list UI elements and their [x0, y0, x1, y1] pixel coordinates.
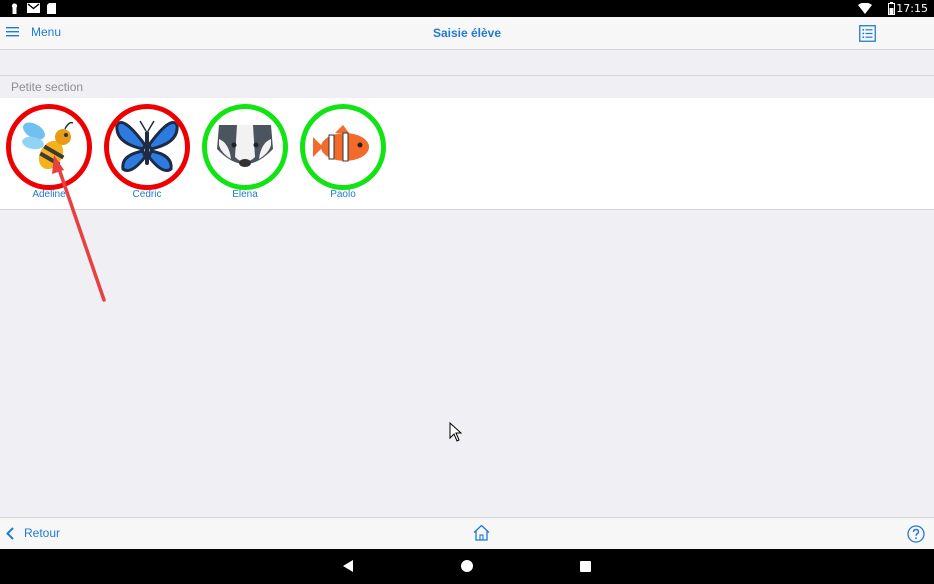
student-cedric[interactable]: Cedric	[102, 104, 192, 204]
gmail-icon	[27, 3, 40, 13]
list-icon	[859, 25, 876, 42]
student-name: Adeline	[32, 189, 66, 200]
clock: 17:15	[896, 2, 928, 15]
status-ring	[6, 104, 92, 190]
student-elena[interactable]: Elena	[200, 104, 290, 204]
status-ring	[300, 104, 386, 190]
home-circle-icon[interactable]	[461, 560, 473, 572]
nav-bar: Menu Saisie élève	[0, 17, 934, 50]
bee-icon	[22, 121, 74, 170]
student-name: Elena	[232, 189, 258, 200]
student-adeline[interactable]: Adeline	[4, 104, 94, 204]
badger-icon	[217, 125, 273, 167]
student-name: Paolo	[330, 189, 356, 200]
section-title: Petite section	[11, 80, 84, 94]
chevron-left-icon	[6, 526, 14, 540]
battery-icon	[888, 2, 895, 15]
list-view-button[interactable]	[859, 25, 876, 47]
sd-card-icon	[47, 3, 56, 14]
home-icon	[473, 524, 490, 541]
page-title: Saisie élève	[432, 26, 502, 40]
status-ring	[202, 104, 288, 190]
recents-square-icon[interactable]	[580, 561, 591, 572]
keyhole-icon	[11, 3, 18, 14]
student-grid: Adeline Cedric Elena Paolo	[0, 98, 934, 210]
student-name: Cedric	[132, 189, 162, 200]
clownfish-icon	[313, 125, 369, 162]
home-button[interactable]	[473, 524, 490, 546]
bottom-toolbar: Retour	[0, 517, 934, 549]
wifi-icon	[858, 3, 872, 14]
status-bar: 17:15	[0, 0, 934, 17]
student-paolo[interactable]: Paolo	[298, 104, 388, 204]
back-label: Retour	[24, 526, 61, 540]
mouse-cursor-icon	[449, 422, 462, 442]
android-nav-bar	[0, 549, 934, 584]
status-ring	[104, 104, 190, 190]
section-header: Petite section	[0, 75, 934, 98]
help-button[interactable]	[907, 525, 925, 548]
butterfly-icon	[115, 120, 179, 172]
back-triangle-icon[interactable]	[343, 560, 354, 572]
back-button[interactable]: Retour	[6, 526, 60, 540]
help-icon	[907, 525, 925, 543]
